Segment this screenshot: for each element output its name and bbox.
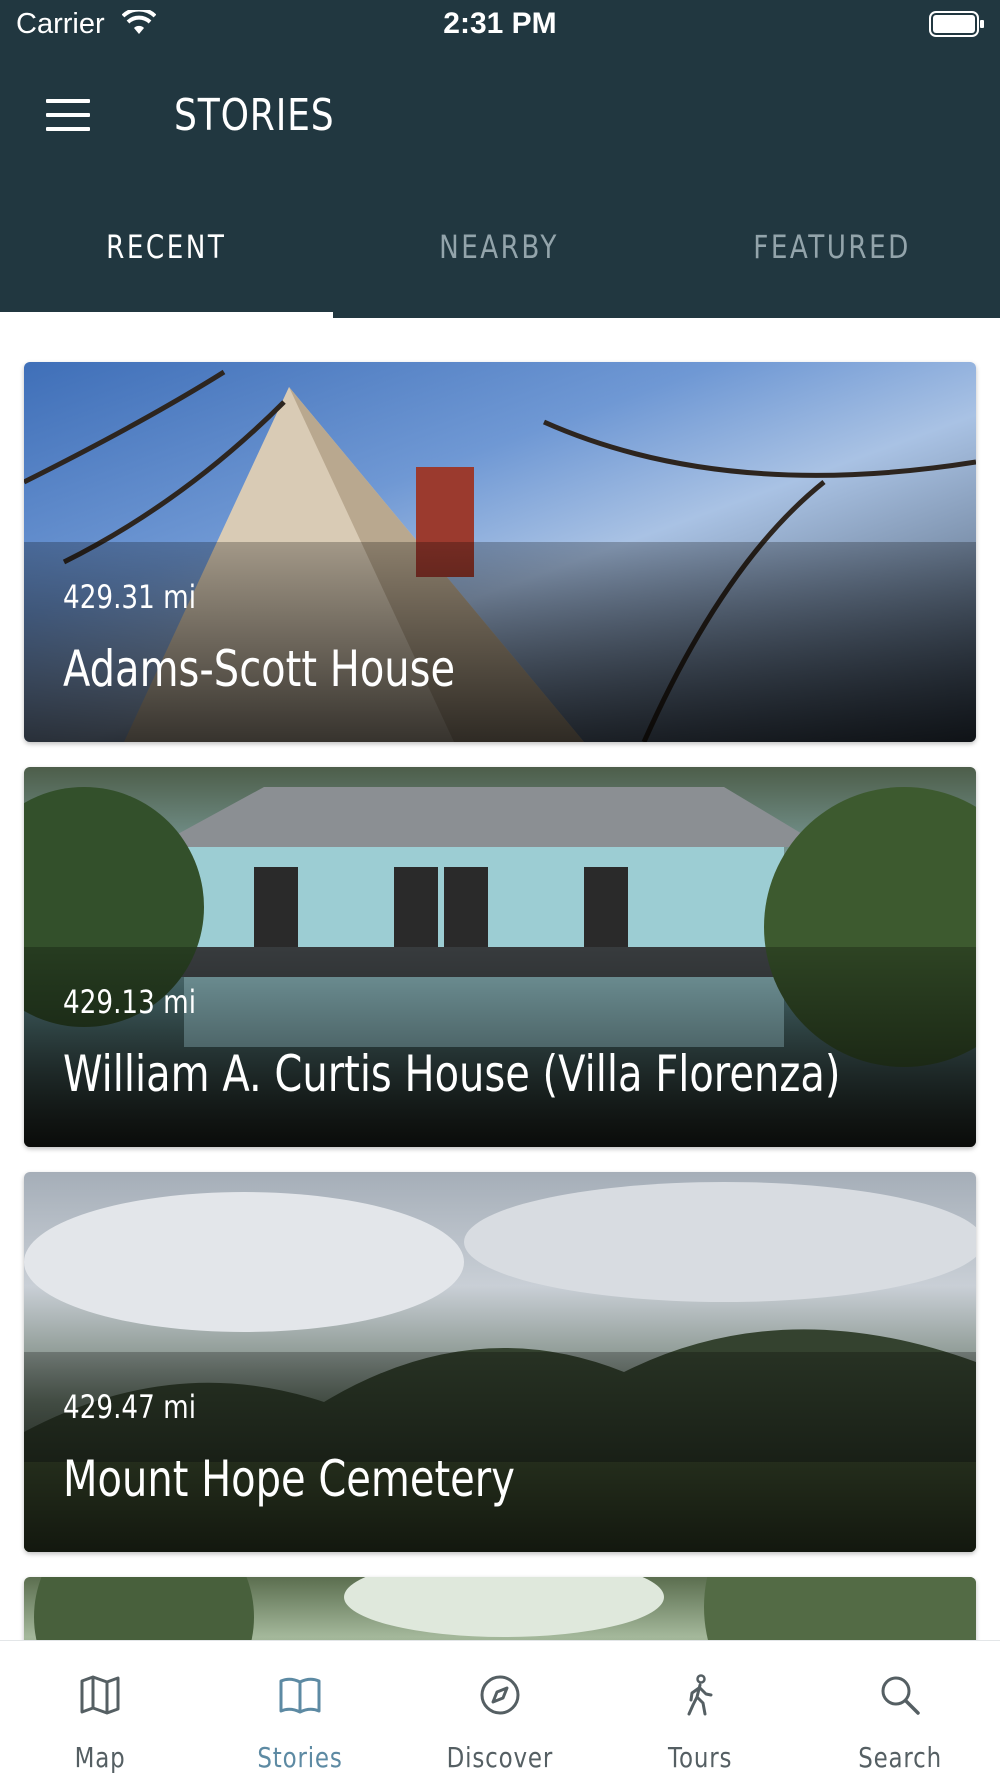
tab-bar: RECENT NEARBY FEATURED — [0, 200, 1000, 318]
tab-nearby[interactable]: NEARBY — [333, 228, 666, 266]
menu-icon[interactable] — [46, 99, 90, 133]
story-title: Adams-Scott House — [63, 640, 456, 698]
story-card[interactable]: 429.47 mi Mount Hope Cemetery — [24, 1172, 976, 1552]
nav-stories[interactable]: Stories — [200, 1641, 400, 1779]
nav-search-label: Search — [858, 1741, 942, 1774]
nav-discover[interactable]: Discover — [400, 1641, 600, 1779]
status-time: 2:31 PM — [443, 7, 557, 40]
story-title: William A. Curtis House (Villa Florenza) — [63, 1045, 841, 1103]
search-icon — [881, 1676, 920, 1715]
story-card[interactable]: 429.31 mi Adams-Scott House — [24, 362, 976, 742]
story-distance: 429.47 mi — [63, 1388, 197, 1426]
nav-tours-label: Tours — [667, 1741, 733, 1774]
app-header: Carrier 2:31 PM STORIES RECENT NEARBY FE… — [0, 0, 1000, 318]
compass-icon — [480, 1675, 520, 1715]
story-distance: 429.31 mi — [63, 578, 197, 616]
nav-map[interactable]: Map — [0, 1641, 200, 1779]
nav-map-label: Map — [74, 1741, 126, 1774]
walking-icon — [687, 1674, 713, 1716]
story-card[interactable]: 429.13 mi William A. Curtis House (Villa… — [24, 767, 976, 1147]
nav-discover-label: Discover — [446, 1741, 554, 1774]
battery-icon — [929, 11, 984, 37]
tab-recent[interactable]: RECENT — [0, 228, 333, 266]
tab-featured[interactable]: FEATURED — [666, 228, 999, 266]
story-distance: 429.13 mi — [63, 983, 197, 1021]
page-title: STORIES — [174, 90, 335, 141]
story-title: Mount Hope Cemetery — [63, 1450, 515, 1508]
status-bar: Carrier 2:31 PM — [0, 0, 1000, 50]
active-tab-indicator — [0, 312, 333, 318]
nav-search[interactable]: Search — [800, 1641, 1000, 1779]
nav-stories-label: Stories — [257, 1741, 343, 1774]
book-icon — [279, 1677, 321, 1714]
nav-tours[interactable]: Tours — [600, 1641, 800, 1779]
bottom-tab-bar: Map Stories Discover Tours Search — [0, 1640, 1000, 1779]
map-icon — [80, 1675, 120, 1715]
